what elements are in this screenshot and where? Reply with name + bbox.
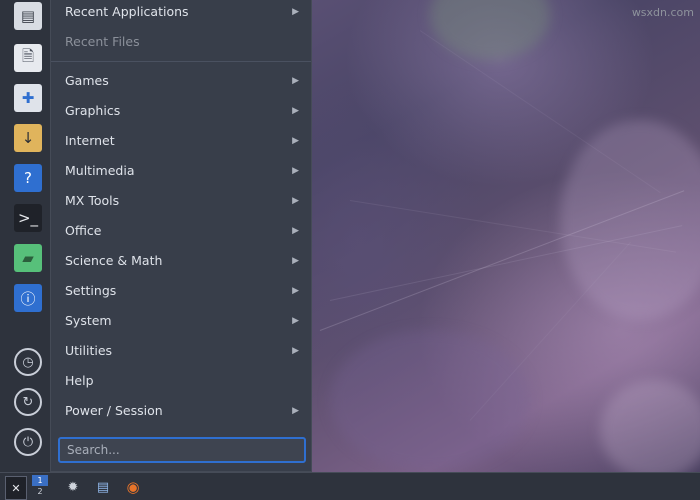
workspace-2[interactable]: 2	[32, 486, 48, 497]
wallpaper-blob	[330, 330, 530, 470]
menu-item-label: System	[65, 313, 112, 328]
file-manager-icon[interactable]: ▤	[92, 476, 114, 498]
search-input[interactable]	[58, 437, 306, 463]
menu-item-label: Power / Session	[65, 403, 163, 418]
power-icon[interactable]: ⏻	[14, 428, 42, 456]
menu-item-system[interactable]: System ▶	[51, 306, 311, 336]
mx-menu-button[interactable]: ✕	[5, 476, 27, 500]
menu-item-label: Multimedia	[65, 163, 135, 178]
file-manager-glyph: ▤	[96, 479, 110, 495]
menu-item-multimedia[interactable]: Multimedia ▶	[51, 156, 311, 186]
menu-item-label: Help	[65, 373, 94, 388]
install-package-icon-glyph: ↓	[21, 129, 35, 147]
folder-icon[interactable]: ▤	[14, 2, 42, 30]
menu-separator	[51, 61, 311, 62]
image-viewer-icon[interactable]: ▰	[14, 244, 42, 272]
terminal-icon-glyph: >_	[17, 209, 39, 227]
menu-item-label: Office	[65, 223, 102, 238]
desktop-screen: ▤ 🗎 ✚ ↓? >_ ▰ ⓘ ◷ ↻ ⏻ Recent Applications ▶ Recent …	[0, 0, 700, 500]
menu-search-container	[58, 437, 306, 463]
menu-item-science-math[interactable]: Science & Math ▶	[51, 246, 311, 276]
menu-item-help[interactable]: Help	[51, 366, 311, 396]
taskbar: ✕ 12 ✹ ▤ ◉	[0, 472, 700, 500]
firefox-icon[interactable]: ◉	[122, 476, 144, 498]
info-icon[interactable]: ⓘ	[14, 284, 42, 312]
chevron-right-icon: ▶	[292, 346, 299, 356]
power-icon-glyph: ⏻	[22, 434, 34, 450]
menu-item-label: Graphics	[65, 103, 121, 118]
wallpaper-blob	[600, 380, 700, 480]
puzzle-icon-glyph: ✚	[21, 89, 35, 107]
wallpaper-streak	[419, 30, 661, 194]
chevron-right-icon: ▶	[292, 226, 299, 236]
menu-item-label: Settings	[65, 283, 117, 298]
workspace-1[interactable]: 1	[32, 475, 48, 486]
menu-item-label: Science & Math	[65, 253, 163, 268]
menu-item-label: Internet	[65, 133, 115, 148]
menu-item-games[interactable]: Games ▶	[51, 66, 311, 96]
desktop-icon-strip: ▤ 🗎 ✚ ↓? >_ ▰ ⓘ ◷ ↻ ⏻	[0, 0, 56, 472]
chevron-right-icon: ▶	[292, 136, 299, 146]
menu-item-label: Recent Applications	[65, 4, 189, 19]
chevron-right-icon: ▶	[292, 406, 299, 416]
chevron-right-icon: ▶	[292, 106, 299, 116]
refresh-icon-glyph: ↻	[22, 394, 34, 410]
chevron-right-icon: ▶	[292, 76, 299, 86]
chevron-right-icon: ▶	[292, 286, 299, 296]
firefox-glyph: ◉	[126, 478, 140, 496]
help-icon-glyph: ?	[24, 169, 32, 187]
menu-item-label: MX Tools	[65, 193, 120, 208]
workspace-switcher[interactable]: 12	[32, 475, 48, 499]
watermark: wsxdn.com	[631, 6, 694, 19]
menu-item-list: Recent Applications ▶ Recent Files Games ▶ Gr…	[51, 0, 311, 426]
chevron-right-icon: ▶	[292, 196, 299, 206]
install-package-icon[interactable]: ↓	[14, 124, 42, 152]
terminal-icon[interactable]: >_	[14, 204, 42, 232]
folder-icon-glyph: ▤	[20, 7, 36, 25]
wallpaper-blob	[560, 120, 700, 320]
document-icon[interactable]: 🗎	[14, 44, 42, 72]
image-viewer-icon-glyph: ▰	[22, 249, 34, 267]
menu-item-internet[interactable]: Internet ▶	[51, 126, 311, 156]
menu-item-label: Games	[65, 73, 109, 88]
help-icon[interactable]: ?	[14, 164, 42, 192]
shield-icon[interactable]: ✹	[62, 476, 84, 498]
document-icon-glyph: 🗎	[21, 46, 35, 65]
menu-item-utilities[interactable]: Utilities ▶	[51, 336, 311, 366]
application-menu[interactable]: Recent Applications ▶ Recent Files Games ▶ Gr…	[50, 0, 312, 472]
menu-item-settings[interactable]: Settings ▶	[51, 276, 311, 306]
refresh-icon[interactable]: ↻	[14, 388, 42, 416]
chevron-right-icon: ▶	[292, 166, 299, 176]
chevron-right-icon: ▶	[292, 7, 299, 17]
menu-item-label: Utilities	[65, 343, 113, 358]
chevron-right-icon: ▶	[292, 316, 299, 326]
wallpaper-blob	[430, 0, 550, 60]
chevron-right-icon: ▶	[292, 256, 299, 266]
wallpaper-streak	[469, 241, 631, 421]
menu-item-mx-tools[interactable]: MX Tools ▶	[51, 186, 311, 216]
menu-item-recent-applications[interactable]: Recent Applications ▶	[51, 0, 311, 27]
menu-item-label: Recent Files	[65, 34, 140, 49]
info-icon-glyph: ⓘ	[20, 289, 36, 308]
clock-icon[interactable]: ◷	[14, 348, 42, 376]
shield-glyph: ✹	[67, 479, 79, 495]
puzzle-icon[interactable]: ✚	[14, 84, 42, 112]
menu-item-graphics[interactable]: Graphics ▶	[51, 96, 311, 126]
mx-menu-icon: ✕	[11, 481, 21, 495]
clock-icon-glyph: ◷	[22, 354, 34, 370]
menu-item-power-session[interactable]: Power / Session ▶	[51, 396, 311, 426]
menu-item-office[interactable]: Office ▶	[51, 216, 311, 246]
menu-item-recent-files: Recent Files	[51, 27, 311, 57]
